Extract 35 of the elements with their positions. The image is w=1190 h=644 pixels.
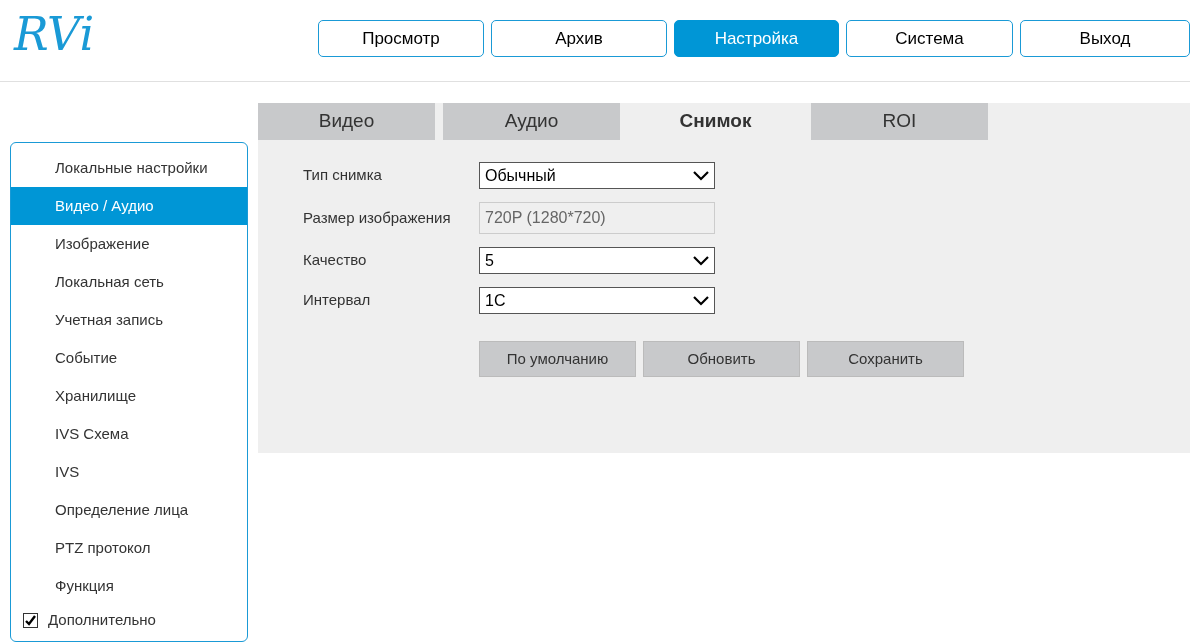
field-label: Интервал xyxy=(303,290,372,311)
nav-button[interactable]: Система xyxy=(846,20,1013,57)
action-button[interactable]: Сохранить xyxy=(807,341,964,377)
sidebar-item[interactable]: Учетная запись xyxy=(11,301,247,339)
chevron-down-icon xyxy=(693,295,709,306)
sidebar-item[interactable]: Событие xyxy=(11,339,247,377)
dropdown[interactable]: 1С xyxy=(479,287,715,314)
tab[interactable]: Аудио xyxy=(443,103,620,140)
field-label: Качество xyxy=(303,250,368,271)
field-label: Размер изображения xyxy=(303,207,452,228)
dropdown[interactable]: Обычный xyxy=(479,162,715,189)
dropdown[interactable]: 5 xyxy=(479,247,715,274)
chevron-down-icon xyxy=(693,255,709,266)
sidebar-item[interactable]: Изображение xyxy=(11,225,247,263)
nav-button[interactable]: Архив xyxy=(491,20,667,57)
input-field[interactable]: 720P (1280*720) xyxy=(479,202,715,234)
checkbox-label: Дополнительно xyxy=(48,610,156,630)
action-button[interactable]: По умолчанию xyxy=(479,341,636,377)
sidebar-item[interactable]: PTZ протокол xyxy=(11,529,247,567)
checkbox[interactable] xyxy=(23,612,38,628)
chevron-down-icon xyxy=(693,170,709,181)
sidebar-item[interactable]: Локальная сеть xyxy=(11,263,247,301)
nav-button[interactable]: Выход xyxy=(1020,20,1190,57)
tab[interactable]: Видео xyxy=(258,103,435,140)
action-button[interactable]: Обновить xyxy=(643,341,800,377)
nav-button[interactable]: Просмотр xyxy=(318,20,484,57)
field-label: Тип снимка xyxy=(303,165,383,186)
logo: RVi xyxy=(14,10,96,63)
sidebar-item[interactable]: Определение лица xyxy=(11,491,247,529)
sidebar-item[interactable]: Хранилище xyxy=(11,377,247,415)
sidebar-item[interactable]: Локальные настройки xyxy=(11,149,247,187)
sidebar-item[interactable]: IVS Схема xyxy=(11,415,247,453)
sidebar-item[interactable]: IVS xyxy=(11,453,247,491)
sidebar-item[interactable]: Функция xyxy=(11,567,247,605)
tab[interactable]: ROI xyxy=(811,103,988,140)
